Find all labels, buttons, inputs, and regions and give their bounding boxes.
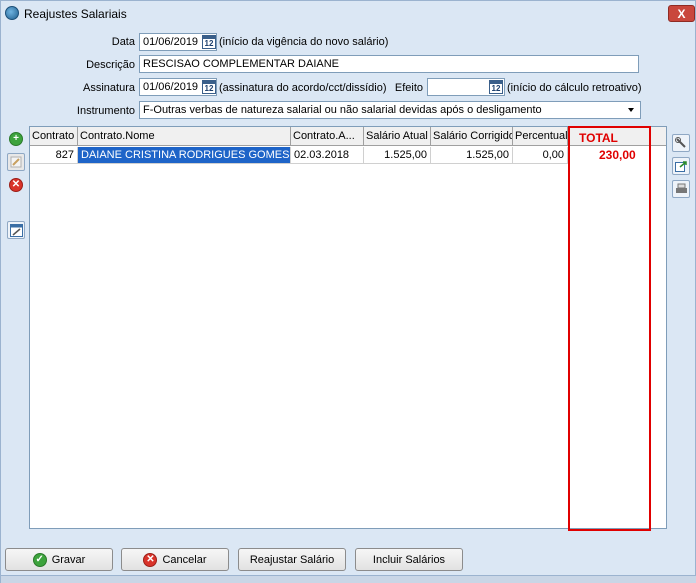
efeito-hint: (início do cálculo retroativo) [507, 82, 642, 94]
instrumento-label: Instrumento [76, 105, 135, 117]
cancel-button[interactable]: ✕ Cancelar [121, 548, 229, 571]
calendar-icon-text: 12 [204, 39, 214, 48]
instrumento-select[interactable]: F-Outras verbas de natureza salarial ou … [139, 101, 641, 119]
export-icon [674, 161, 687, 172]
app-icon [5, 6, 19, 20]
column-header-salario-corrigido[interactable]: Salário Corrigido [431, 127, 513, 146]
cell-contrato[interactable]: 827 [30, 147, 78, 164]
assinatura-value: 01/06/2019 [143, 81, 199, 93]
assinatura-label: Assinatura [83, 82, 135, 94]
cancel-button-label: Cancelar [162, 553, 207, 566]
add-button[interactable]: + [7, 130, 25, 148]
delete-button[interactable]: ✕ [7, 176, 25, 194]
title-bar: Reajustes Salariais X [1, 1, 695, 27]
column-header-nome[interactable]: Contrato.Nome [78, 127, 291, 146]
total-label: TOTAL [579, 131, 618, 145]
assinatura-hint: (assinatura do acordo/cct/dissídio) [219, 82, 387, 94]
cell-salario-atual[interactable]: 1.525,00 [364, 147, 431, 164]
reajustar-salario-button[interactable]: Reajustar Salário [238, 548, 346, 571]
calendar-icon[interactable]: 12 [202, 35, 216, 49]
total-annotation-box [568, 126, 651, 531]
instrumento-value: F-Outras verbas de natureza salarial ou … [143, 104, 542, 116]
efeito-label: Efeito [394, 82, 423, 94]
reajustar-salario-label: Reajustar Salário [249, 553, 335, 566]
chevron-down-icon[interactable] [628, 108, 634, 112]
form-button[interactable] [7, 221, 25, 239]
close-button[interactable]: X [668, 5, 695, 22]
incluir-salarios-label: Incluir Salários [372, 553, 446, 566]
column-header-contrato[interactable]: Contrato [30, 127, 78, 146]
delete-icon: ✕ [9, 178, 23, 192]
print-button[interactable] [672, 180, 690, 198]
form-icon [9, 223, 23, 237]
main-window: Reajustes Salariais X Data 01/06/2019 12… [0, 0, 696, 583]
add-icon: + [9, 132, 23, 146]
save-button[interactable]: ✓ Gravar [5, 548, 113, 571]
edit-icon [10, 156, 22, 168]
taskbar-strip [1, 575, 696, 583]
data-value: 01/06/2019 [143, 36, 199, 48]
total-value: 230,00 [599, 148, 636, 162]
calendar-icon-text: 12 [204, 84, 214, 93]
save-button-label: Gravar [51, 553, 86, 566]
tools-icon [675, 137, 686, 148]
edit-button[interactable] [7, 153, 25, 171]
cell-salario-corrigido[interactable]: 1.525,00 [431, 147, 513, 164]
column-header-percentual[interactable]: Percentual [513, 127, 568, 146]
calendar-icon-text: 12 [491, 84, 501, 93]
descricao-value: RESCISAO COMPLEMENTAR DAIANE [143, 58, 339, 70]
descricao-label: Descrição [86, 59, 135, 71]
cell-admissao[interactable]: 02.03.2018 [291, 147, 364, 164]
print-icon [675, 183, 687, 193]
tools-button[interactable] [672, 134, 690, 152]
column-header-salario-atual[interactable]: Salário Atual [364, 127, 431, 146]
data-label: Data [111, 36, 135, 48]
descricao-field[interactable]: RESCISAO COMPLEMENTAR DAIANE [139, 55, 639, 73]
incluir-salarios-button[interactable]: Incluir Salários [355, 548, 463, 571]
data-hint: (início da vigência do novo salário) [219, 36, 389, 48]
window-title: Reajustes Salariais [24, 7, 127, 21]
cell-nome[interactable]: DAIANE CRISTINA RODRIGUES GOMES [78, 147, 291, 164]
calendar-icon[interactable]: 12 [202, 80, 216, 94]
column-header-admissao[interactable]: Contrato.A... [291, 127, 364, 146]
calendar-icon[interactable]: 12 [489, 80, 503, 94]
cell-percentual[interactable]: 0,00 [513, 147, 568, 164]
check-icon: ✓ [32, 552, 47, 567]
close-icon: ✕ [143, 552, 158, 567]
export-button[interactable] [672, 157, 690, 175]
